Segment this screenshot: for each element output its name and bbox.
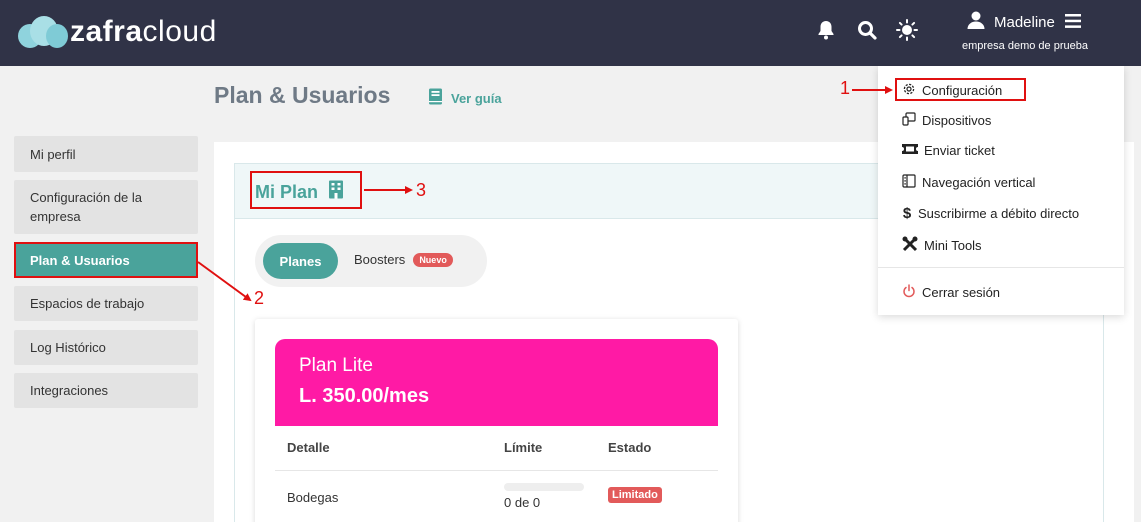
sidebar-item-label: Espacios de trabajo xyxy=(30,296,145,311)
bell-icon[interactable] xyxy=(815,19,837,41)
menu-item-mini-tools[interactable]: Mini Tools xyxy=(902,236,982,255)
annotation-box-configuracion xyxy=(895,78,1026,101)
menu-item-navegacion-vertical[interactable]: Navegación vertical xyxy=(902,174,1035,191)
plan-card: Plan Lite L. 350.00/mes Detalle Límite E… xyxy=(255,319,738,522)
status-badge-limitado: Limitado xyxy=(608,487,662,503)
annotation-number-2: 2 xyxy=(254,288,265,308)
devices-icon xyxy=(902,112,916,129)
menu-item-enviar-ticket[interactable]: Enviar ticket xyxy=(902,143,995,158)
sidebar-item-mi-perfil[interactable]: Mi perfil xyxy=(14,136,198,172)
cloud-logo-icon xyxy=(16,14,68,50)
guide-link-label: Ver guía xyxy=(451,90,502,106)
annotation-number-3: 3 xyxy=(416,180,427,200)
menu-item-label: Mini Tools xyxy=(924,238,982,253)
tab-planes[interactable]: Planes xyxy=(263,243,338,279)
column-header-estado: Estado xyxy=(608,440,652,455)
menu-item-dispositivos[interactable]: Dispositivos xyxy=(902,112,991,129)
user-menu-toggle[interactable]: Madeline empresa demo de prueba xyxy=(962,10,1112,52)
sidebar-item-label: Configuración de la empresa xyxy=(30,190,143,224)
tab-boosters[interactable]: Boosters Nuevo xyxy=(354,252,453,267)
row-limite-bodegas: 0 de 0 xyxy=(504,495,541,510)
top-navigation-bar: zafracloud Madeline empresa demo de prue… xyxy=(0,0,1141,66)
ticket-icon xyxy=(902,143,918,158)
menu-item-label: Dispositivos xyxy=(922,113,992,128)
sidebar-item-label: Mi perfil xyxy=(30,146,76,162)
sidebar-item-log-historico[interactable]: Log Histórico xyxy=(14,330,198,365)
logo-text: zafracloud xyxy=(70,15,217,48)
guide-link[interactable]: Ver guía xyxy=(428,88,502,108)
usage-progress-bar xyxy=(504,483,584,491)
menu-item-label: Enviar ticket xyxy=(924,143,995,158)
row-detalle-bodegas: Bodegas xyxy=(287,490,339,505)
power-icon xyxy=(902,284,916,301)
search-icon[interactable] xyxy=(856,19,878,41)
menu-item-label: Suscribirme a débito directo xyxy=(918,206,1080,221)
page-title: Plan & Usuarios xyxy=(214,82,391,108)
company-name: empresa demo de prueba xyxy=(962,40,1088,52)
user-name: Madeline xyxy=(994,13,1055,31)
annotation-box-mi-plan xyxy=(250,171,362,209)
hamburger-menu-icon[interactable] xyxy=(1064,13,1081,32)
plan-card-header: Plan Lite L. 350.00/mes xyxy=(275,339,718,426)
column-header-detalle: Detalle xyxy=(287,440,330,455)
sidebar-layout-icon xyxy=(902,174,916,191)
annotation-number-1: 1 xyxy=(840,78,851,98)
user-dropdown-menu: Configuración Dispositivos Enviar ticket… xyxy=(878,66,1124,315)
column-header-limite: Límite xyxy=(504,440,543,455)
book-icon xyxy=(428,88,443,108)
sidebar-item-label: Integraciones xyxy=(30,383,109,398)
menu-item-cerrar-sesion[interactable]: Cerrar sesión xyxy=(902,284,1000,301)
sun-icon[interactable] xyxy=(896,19,918,41)
sidebar-item-label: Log Histórico xyxy=(30,340,106,355)
menu-divider xyxy=(878,267,1124,268)
user-icon xyxy=(966,10,986,34)
sidebar-item-configuracion-empresa[interactable]: Configuración de la empresa xyxy=(14,180,198,234)
sidebar-item-espacios-trabajo[interactable]: Espacios de trabajo xyxy=(14,286,198,321)
plan-price: L. 350.00/mes xyxy=(299,385,430,407)
zafracloud-logo[interactable]: zafracloud xyxy=(16,14,217,50)
menu-item-debito-directo[interactable]: $ Suscribirme a débito directo xyxy=(902,205,1079,222)
annotation-box-plan-usuarios xyxy=(14,242,198,278)
plan-name: Plan Lite xyxy=(299,355,373,376)
sidebar-item-integraciones[interactable]: Integraciones xyxy=(14,373,198,408)
menu-item-label: Cerrar sesión xyxy=(922,285,1001,300)
new-badge: Nuevo xyxy=(413,252,453,267)
tab-boosters-label: Boosters xyxy=(354,252,406,267)
dollar-icon: $ xyxy=(902,205,912,222)
table-divider xyxy=(275,470,718,471)
menu-item-label: Navegación vertical xyxy=(922,175,1036,190)
tools-icon xyxy=(902,236,918,255)
plan-tabs: Planes Boosters Nuevo xyxy=(255,235,487,287)
